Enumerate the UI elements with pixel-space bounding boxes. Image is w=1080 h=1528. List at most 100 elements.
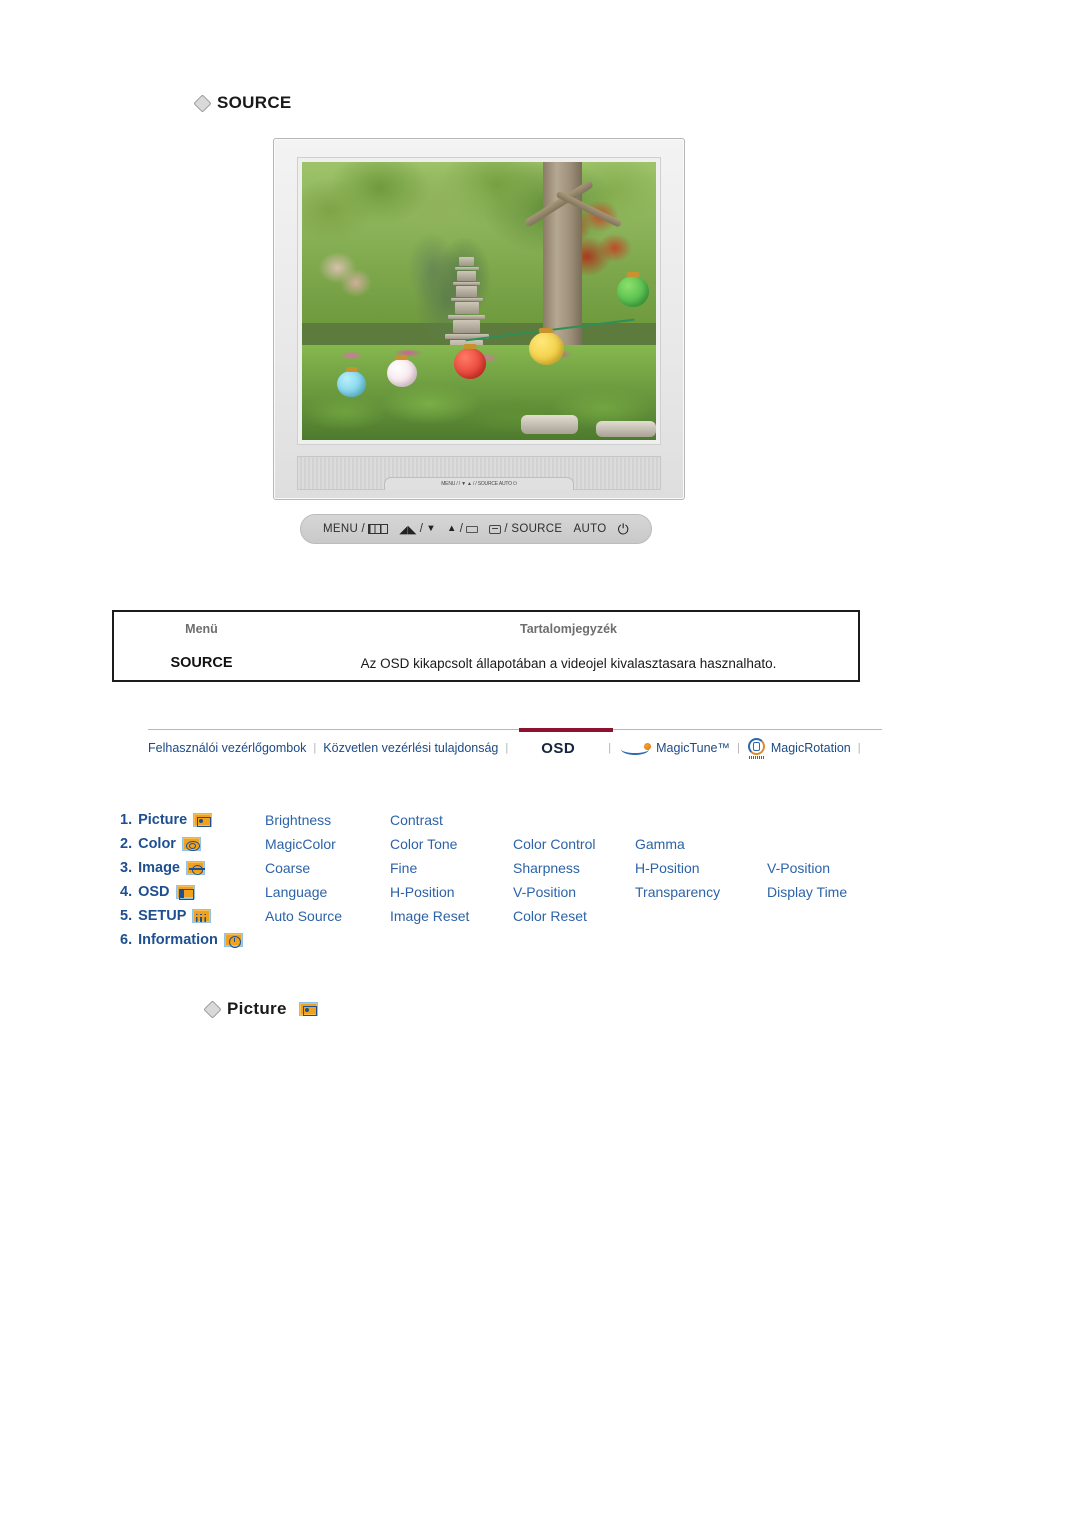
osd-option-v-position[interactable]: V-Position <box>513 880 635 904</box>
source-button-label: / SOURCE <box>504 523 563 535</box>
osd-option-empty <box>513 808 635 832</box>
osd-row-picture-index: 1. <box>120 812 133 828</box>
source-section-heading: SOURCE <box>193 93 292 113</box>
photo-pink-maple <box>309 234 380 318</box>
osd-option-empty <box>513 928 635 952</box>
osd-menu-grid: 1. Picture Brightness Contrast 2. Color … <box>120 808 887 952</box>
nav-item-magictune-label: MagicTune™ <box>656 741 730 755</box>
table-header-row: Menü Tartalomjegyzék <box>114 612 858 646</box>
menu-button[interactable]: MENU / <box>323 523 389 535</box>
image-icon <box>186 861 206 875</box>
diamond-bullet-icon <box>203 999 222 1019</box>
nav-item-direct-control-label: Közvetlen vezérlési tulajdonság <box>323 741 499 755</box>
menu-bars-icon <box>368 524 389 534</box>
osd-row-information-label: Information <box>138 932 218 948</box>
osd-row-information[interactable]: 6. Information <box>120 928 265 952</box>
table-header-contents: Tartalomjegyzék <box>519 622 618 636</box>
picture-section-heading: Picture <box>203 999 318 1019</box>
picture-icon <box>298 1002 318 1016</box>
nav-separator: | <box>313 742 317 754</box>
osd-option-h-position[interactable]: H-Position <box>635 856 767 880</box>
osd-row-color-index: 2. <box>120 836 133 852</box>
osd-option-brightness[interactable]: Brightness <box>265 808 390 832</box>
nav-item-list: Felhasználói vezérlőgombok | Közvetlen v… <box>148 738 882 759</box>
osd-option-sharpness[interactable]: Sharpness <box>513 856 635 880</box>
photo-stone-pagoda <box>444 256 490 357</box>
magicrotation-logo-icon <box>747 738 767 759</box>
nav-divider-rule <box>148 729 882 730</box>
osd-row-image[interactable]: 3. Image <box>120 856 265 880</box>
osd-option-fine[interactable]: Fine <box>390 856 513 880</box>
down-button-label: / <box>419 523 424 535</box>
monitor-illustration: MENU / / ▼ ▲ / / SOURCE AUTO ⏻ <box>273 138 685 500</box>
enter-source-icon <box>489 524 502 534</box>
up-arrow-icon: ▲ <box>447 523 457 535</box>
table-header-menu: Menü <box>185 622 218 636</box>
osd-icon <box>175 885 195 900</box>
osd-option-contrast[interactable]: Contrast <box>390 808 513 832</box>
nav-separator: | <box>737 742 740 754</box>
osd-option-empty <box>265 928 390 952</box>
table-row: SOURCE Az OSD kikapcsolt állapotában a v… <box>114 646 858 680</box>
osd-option-color-tone[interactable]: Color Tone <box>390 832 513 856</box>
nav-item-osd[interactable]: OSD <box>515 740 601 757</box>
nav-item-osd-label: OSD <box>541 739 576 757</box>
nav-item-direct-control[interactable]: Közvetlen vezérlési tulajdonság <box>323 741 498 755</box>
keyboard-icon <box>466 525 479 533</box>
osd-option-coarse[interactable]: Coarse <box>265 856 390 880</box>
auto-button-label: AUTO <box>573 523 607 535</box>
osd-option-language[interactable]: Language <box>265 880 390 904</box>
osd-option-h-position[interactable]: H-Position <box>390 880 513 904</box>
osd-row-color[interactable]: 2. Color <box>120 832 265 856</box>
osd-option-auto-source[interactable]: Auto Source <box>265 904 390 928</box>
osd-row-image-index: 3. <box>120 860 133 876</box>
osd-option-color-reset[interactable]: Color Reset <box>513 904 635 928</box>
up-button-label: / <box>459 523 464 535</box>
osd-row-setup-label: SETUP <box>138 908 187 924</box>
photo-lantern-white <box>386 359 418 388</box>
osd-option-empty <box>635 928 767 952</box>
osd-option-empty <box>767 928 887 952</box>
nav-item-magictune[interactable]: MagicTune™ <box>618 741 730 755</box>
power-icon: ⏻ <box>617 520 629 537</box>
down-arrow-icon: ▼ <box>426 523 436 535</box>
brightness-mountain-icon: ◢◣ <box>399 523 417 536</box>
osd-option-empty <box>635 808 767 832</box>
osd-option-transparency[interactable]: Transparency <box>635 880 767 904</box>
osd-option-empty <box>767 832 887 856</box>
auto-button[interactable]: AUTO <box>574 523 607 535</box>
nav-item-user-controls-label: Felhasználói vezérlőgombok <box>148 741 307 755</box>
source-heading-label: SOURCE <box>217 93 292 112</box>
up-button[interactable]: ▲ / <box>447 523 479 535</box>
osd-row-image-label: Image <box>138 860 181 876</box>
power-button[interactable]: ⏻ <box>618 521 629 538</box>
photo-stone-slab-left <box>521 415 579 435</box>
osd-row-information-index: 6. <box>120 932 133 948</box>
nav-item-magicrotation[interactable]: MagicRotation <box>747 738 851 759</box>
color-icon <box>181 837 201 851</box>
osd-option-image-reset[interactable]: Image Reset <box>390 904 513 928</box>
osd-option-magiccolor[interactable]: MagicColor <box>265 832 390 856</box>
osd-row-osd[interactable]: 4. OSD <box>120 880 265 904</box>
magictune-logo-icon <box>618 742 652 755</box>
source-button[interactable]: / SOURCE <box>489 523 562 535</box>
information-icon <box>223 933 243 948</box>
nav-item-user-controls[interactable]: Felhasználói vezérlőgombok <box>148 741 306 755</box>
osd-option-v-position[interactable]: V-Position <box>767 856 887 880</box>
monitor-screen-frame <box>297 157 661 445</box>
osd-option-color-control[interactable]: Color Control <box>513 832 635 856</box>
photo-lantern-yellow <box>528 331 564 365</box>
osd-option-gamma[interactable]: Gamma <box>635 832 767 856</box>
osd-row-osd-label: OSD <box>138 884 170 900</box>
osd-option-display-time[interactable]: Display Time <box>767 880 887 904</box>
osd-row-setup[interactable]: 5. SETUP <box>120 904 265 928</box>
osd-row-picture[interactable]: 1. Picture <box>120 808 265 832</box>
menu-description-table: Menü Tartalomjegyzék SOURCE Az OSD kikap… <box>112 610 860 682</box>
menu-button-label: MENU / <box>323 523 366 535</box>
monitor-screen-photo <box>302 162 656 440</box>
monitor-control-button-bar: MENU / ◢◣ / ▼ ▲ / / SOURCE AUTO ⏻ <box>300 514 652 544</box>
monitor-speaker-strip: MENU / / ▼ ▲ / / SOURCE AUTO ⏻ <box>297 456 661 490</box>
down-button[interactable]: ◢◣ / ▼ <box>399 523 436 536</box>
section-nav-strip: Felhasználói vezérlőgombok | Közvetlen v… <box>148 728 882 765</box>
photo-lantern-red <box>454 348 487 379</box>
